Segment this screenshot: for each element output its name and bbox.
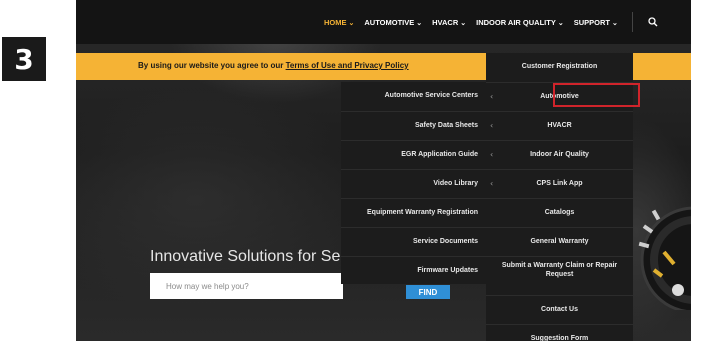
nav-item-label: SUPPORT (573, 17, 610, 27)
consent-text: By using our website you agree to our Te… (138, 61, 409, 70)
website-screenshot: HOME ⌄ AUTOMOTIVE ⌄ HVACR ⌄ INDOOR AIR QUAL… (76, 0, 691, 341)
search-icon (648, 17, 658, 27)
step-number-badge: 3 (2, 37, 46, 81)
menu-item-automotive-service-centers[interactable]: Automotive Service Centers (341, 82, 486, 111)
menu-item-customer-registration[interactable]: Customer Registration (486, 53, 633, 82)
menu-item-egr-application-guide[interactable]: EGR Application Guide (341, 140, 486, 169)
nav-item-indoor-air-quality[interactable]: INDOOR AIR QUALITY ⌄ (476, 18, 564, 27)
menu-item-suggestion-form[interactable]: Suggestion Form (486, 324, 633, 341)
chevron-down-icon: ⌄ (416, 19, 423, 27)
chevron-down-icon: ⌄ (460, 19, 467, 27)
chevron-left-icon: ‹ (490, 150, 494, 159)
menu-item-indoor-air-quality[interactable]: Indoor Air Quality (486, 140, 633, 169)
chevron-left-icon: ‹ (490, 121, 494, 130)
nav-item-label: AUTOMOTIVE (364, 17, 415, 27)
top-navigation: HOME ⌄ AUTOMOTIVE ⌄ HVACR ⌄ INDOOR AIR QUAL… (76, 0, 691, 44)
menu-item-hvacr[interactable]: HVACR (486, 111, 633, 140)
menu-item-equipment-warranty-registration[interactable]: Equipment Warranty Registration (341, 198, 486, 227)
menu-item-submit-warranty-claim[interactable]: Submit a Warranty Claim or Repair Reques… (486, 256, 633, 285)
gauge-dial-image (632, 190, 691, 310)
search-button[interactable] (642, 11, 664, 33)
consent-message: By using our website you agree to our (138, 61, 286, 70)
highlight-automotive-box (553, 83, 640, 107)
menu-item-safety-data-sheets[interactable]: Safety Data Sheets (341, 111, 486, 140)
nav-menu: HOME ⌄ AUTOMOTIVE ⌄ HVACR ⌄ INDOOR AIR QUAL… (324, 0, 628, 44)
menu-item-contact-us[interactable]: Contact Us (486, 295, 633, 324)
chevron-down-icon: ⌄ (557, 19, 564, 27)
nav-item-label: INDOOR AIR QUALITY (476, 17, 556, 27)
hero-search-input[interactable] (150, 273, 343, 299)
support-submenu-left: Automotive Service Centers Safety Data S… (341, 82, 486, 284)
hero-title: Innovative Solutions for Serv (150, 248, 342, 265)
menu-item-catalogs[interactable]: Catalogs (486, 198, 633, 227)
nav-item-automotive[interactable]: AUTOMOTIVE ⌄ (364, 18, 422, 27)
nav-item-label: HVACR (432, 17, 459, 27)
menu-item-general-warranty[interactable]: General Warranty (486, 227, 633, 256)
menu-item-service-documents[interactable]: Service Documents (341, 227, 486, 256)
menu-item-firmware-updates[interactable]: Firmware Updates (341, 256, 486, 285)
nav-item-label: HOME (324, 17, 347, 27)
nav-item-home[interactable]: HOME ⌄ (324, 18, 354, 27)
nav-divider (632, 12, 633, 32)
nav-item-hvacr[interactable]: HVACR ⌄ (432, 18, 466, 27)
menu-item-video-library[interactable]: Video Library (341, 169, 486, 198)
menu-item-cps-link-app[interactable]: CPS Link App (486, 169, 633, 198)
chevron-down-icon: ⌄ (612, 19, 618, 27)
chevron-left-icon: ‹ (490, 92, 494, 101)
chevron-down-icon: ⌄ (348, 19, 355, 27)
terms-privacy-link[interactable]: Terms of Use and Privacy Policy (286, 61, 409, 70)
chevron-left-icon: ‹ (490, 179, 494, 188)
nav-item-support[interactable]: SUPPORT ⌄ (574, 18, 618, 27)
find-button[interactable]: FIND (406, 285, 450, 299)
